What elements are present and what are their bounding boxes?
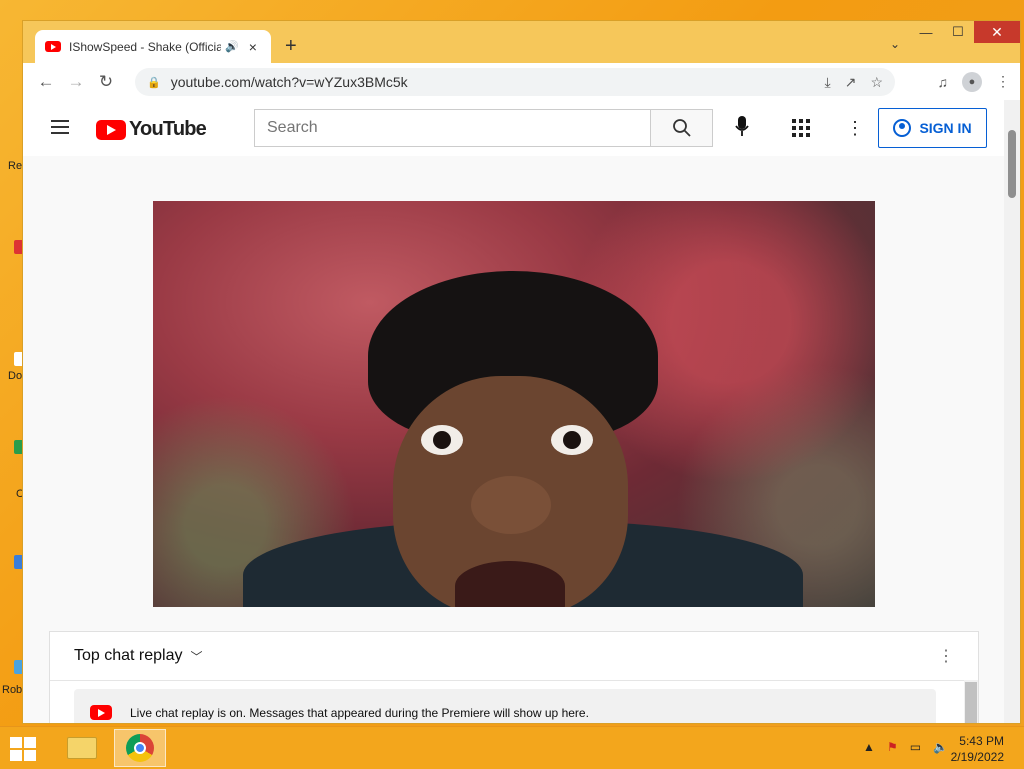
video-figure-mouth xyxy=(455,561,565,607)
taskbar-clock[interactable]: 5:43 PM 2/19/2022 xyxy=(951,733,1004,765)
toolbar-right: ♫ ● ⋮ xyxy=(938,63,1010,100)
sign-in-button[interactable]: SIGN IN xyxy=(878,108,987,148)
youtube-icon xyxy=(90,705,112,720)
forward-button[interactable]: → xyxy=(61,72,91,92)
volume-muted-icon[interactable]: 🔈 xyxy=(933,740,948,754)
tab-search-button[interactable]: ⌄ xyxy=(890,37,900,51)
search-button[interactable] xyxy=(650,109,713,147)
bookmark-star-icon[interactable]: ☆ xyxy=(870,74,883,91)
new-tab-button[interactable]: + xyxy=(285,35,297,58)
lock-icon[interactable]: 🔒 xyxy=(147,76,161,89)
menu-icon[interactable] xyxy=(51,120,69,138)
taskbar-file-explorer[interactable] xyxy=(56,729,108,767)
search-icon xyxy=(672,119,691,137)
youtube-logo[interactable]: YouTube xyxy=(96,118,207,141)
search-box[interactable] xyxy=(254,109,651,147)
windows-start-icon[interactable] xyxy=(10,737,38,761)
chat-banner-message: Live chat replay is on. Messages that ap… xyxy=(130,705,589,720)
desktop-icon-label: Re xyxy=(8,160,23,172)
page-scrollbar[interactable] xyxy=(1004,100,1020,723)
clock-date: 2/19/2022 xyxy=(950,750,1004,764)
settings-menu-icon[interactable]: ⋮ xyxy=(846,118,864,138)
voice-search-button[interactable] xyxy=(727,116,757,140)
taskbar: ▲ ⚑ ▭ 🔈 5:43 PM 2/19/2022 xyxy=(0,726,1024,769)
live-chat-panel: Top chat replay ﹀ ⋮ Live chat replay is … xyxy=(49,631,979,723)
tab-title: IShowSpeed - Shake (Official xyxy=(69,39,221,54)
chat-mode-dropdown[interactable]: Top chat replay xyxy=(74,647,183,665)
clock-time: 5:43 PM xyxy=(959,734,1004,748)
action-center-flag-icon[interactable]: ⚑ xyxy=(887,740,898,754)
youtube-masthead: YouTube ⋮ xyxy=(23,100,1006,156)
folder-icon xyxy=(67,737,97,759)
chat-replay-banner: Live chat replay is on. Messages that ap… xyxy=(74,689,936,723)
video-figure-eye xyxy=(421,425,463,455)
chat-menu-icon[interactable]: ⋮ xyxy=(938,646,954,666)
speaker-icon[interactable]: 🔊 xyxy=(225,40,239,53)
browser-toolbar: ← → ↻ 🔒 youtube.com/watch?v=wYZux3BMc5k … xyxy=(23,63,1020,100)
close-tab-button[interactable]: × xyxy=(249,39,257,55)
video-player[interactable] xyxy=(153,201,875,607)
youtube-favicon-icon xyxy=(45,41,61,52)
search-input[interactable] xyxy=(255,110,649,146)
apps-grid-icon[interactable] xyxy=(792,119,810,137)
sign-in-label: SIGN IN xyxy=(919,120,972,136)
install-icon[interactable]: ⤓ xyxy=(825,74,831,91)
account-icon xyxy=(893,119,912,137)
chevron-down-icon[interactable]: ﹀ xyxy=(191,648,203,665)
reload-button[interactable]: ↻ xyxy=(91,72,121,92)
show-hidden-icons-icon[interactable]: ▲ xyxy=(863,740,875,754)
scrollbar-thumb[interactable] xyxy=(1008,130,1016,198)
network-icon[interactable]: ▭ xyxy=(910,740,921,754)
video-figure-eye xyxy=(551,425,593,455)
url-text: youtube.com/watch?v=wYZux3BMc5k xyxy=(170,74,408,90)
chrome-menu-icon[interactable]: ⋮ xyxy=(996,73,1010,90)
youtube-logo-text: YouTube xyxy=(129,118,207,140)
desktop-icon-label: Do xyxy=(8,370,23,382)
video-figure-nose xyxy=(471,476,551,534)
profile-avatar-icon[interactable]: ● xyxy=(962,71,982,92)
chat-header: Top chat replay ﹀ ⋮ xyxy=(50,632,978,681)
tab-strip: IShowSpeed - Shake (Official 🔊 × + ⌄ xyxy=(23,21,1020,63)
chrome-icon xyxy=(126,734,154,762)
address-bar[interactable]: 🔒 youtube.com/watch?v=wYZux3BMc5k ⤓ ↗ ☆ xyxy=(135,68,895,96)
desktop-icon-label: Rob xyxy=(2,684,23,696)
media-control-icon[interactable]: ♫ xyxy=(938,74,949,90)
address-bar-actions: ⤓ ↗ ☆ xyxy=(825,68,884,96)
chat-scrollbar[interactable] xyxy=(964,680,978,723)
taskbar-chrome[interactable] xyxy=(114,729,166,767)
microphone-icon xyxy=(735,116,749,136)
browser-tab[interactable]: IShowSpeed - Shake (Official 🔊 × xyxy=(35,30,271,63)
browser-window: — ☐ ✕ IShowSpeed - Shake (Official 🔊 × +… xyxy=(22,20,1021,724)
system-tray: ▲ ⚑ ▭ 🔈 xyxy=(863,740,948,754)
back-button[interactable]: ← xyxy=(31,72,61,92)
share-icon[interactable]: ↗ xyxy=(845,74,857,91)
youtube-logo-icon xyxy=(96,119,126,140)
youtube-page: YouTube ⋮ xyxy=(23,100,1006,723)
